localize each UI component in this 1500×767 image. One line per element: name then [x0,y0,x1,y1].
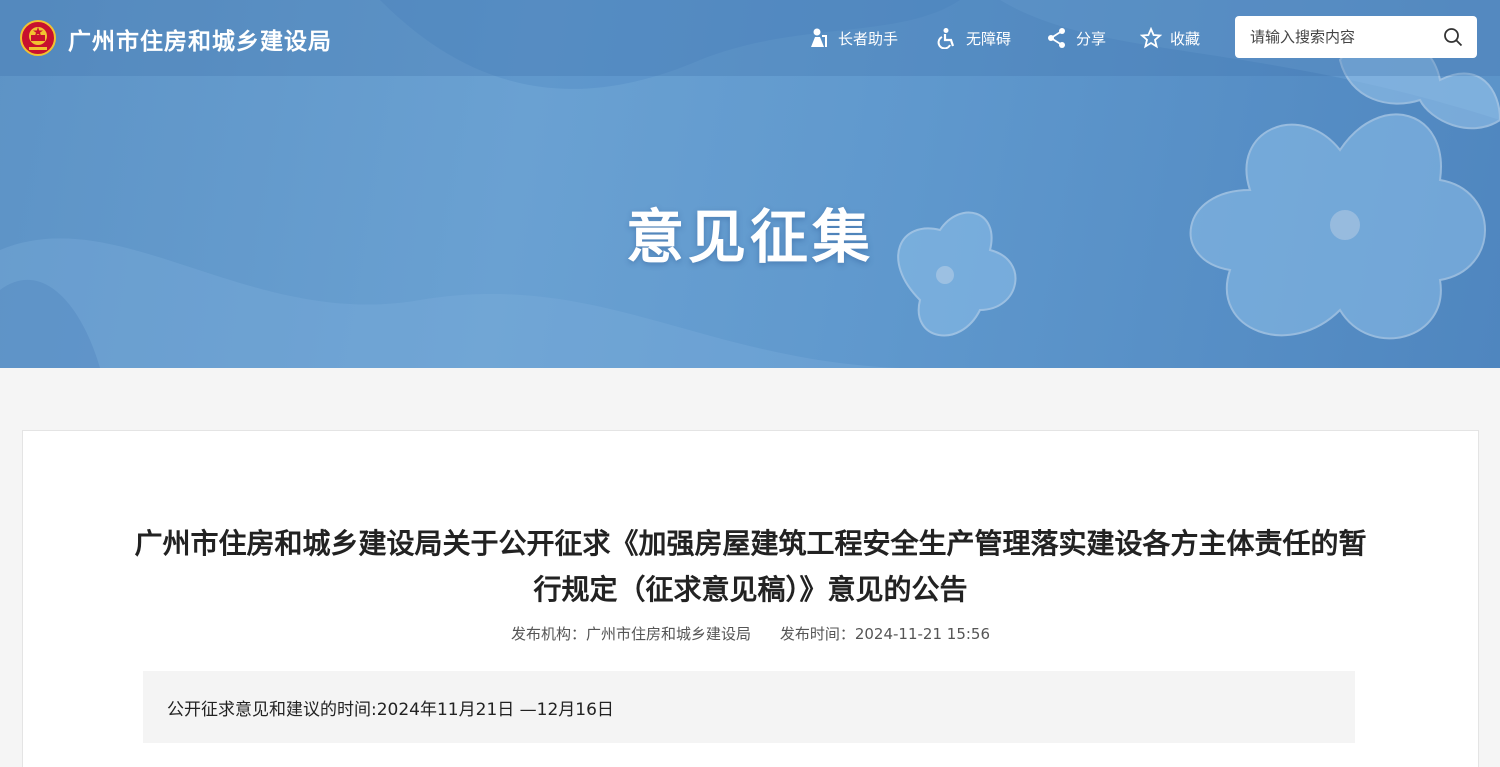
accessibility-icon [937,28,955,49]
nav-label-share: 分享 [1076,29,1107,48]
publisher-label: 发布机构： [511,625,587,643]
comment-period-text: 公开征求意见和建议的时间:2024年11月21日 —12月16日 [167,699,614,720]
site-title[interactable]: 广州市住房和城乡建设局 [68,22,332,56]
publisher-value: 广州市住房和城乡建设局 [586,625,752,643]
notice-box: 公开征求意见和建议的时间:2024年11月21日 —12月16日 [143,671,1355,743]
share-icon [1048,28,1065,48]
banner-title: 意见征集 [625,203,874,271]
national-emblem-icon [20,20,56,56]
article-card: 广州市住房和城乡建设局关于公开征求《加强房屋建筑工程安全生产管理落实建设各方主体… [22,430,1479,767]
accessibility-button[interactable]: 无障碍 [936,26,1011,50]
search-input[interactable] [1248,27,1437,47]
star-icon [1140,27,1162,49]
nav-label-elder-assist: 长者助手 [838,29,899,48]
banner: 广州市住房和城乡建设局 长者助手 无障碍 分享 收藏 请输入搜索内容 意见征集 [0,0,1500,368]
search-icon[interactable] [1443,27,1463,47]
article-title: 广州市住房和城乡建设局关于公开征求《加强房屋建筑工程安全生产管理落实建设各方主体… [134,527,1367,606]
share-button[interactable]: 分享 [1046,26,1106,50]
publisher-info: 发布机构：广州市住房和城乡建设局 [511,625,751,643]
article-meta: 发布机构：广州市住房和城乡建设局 发布时间：2024-11-21 15:56 [23,623,1478,644]
nav-label-accessibility: 无障碍 [966,29,1012,48]
publish-time-info: 发布时间：2024-11-21 15:56 [780,625,990,643]
publish-time-label: 发布时间： [779,625,855,643]
nav-label-favorite: 收藏 [1170,29,1201,48]
search-box [1235,16,1477,58]
elder-assist-button[interactable]: 长者助手 [808,26,898,50]
publish-time-value: 2024-11-21 15:56 [854,625,990,643]
favorite-button[interactable]: 收藏 [1140,26,1200,50]
elder-assist-icon [811,28,827,47]
